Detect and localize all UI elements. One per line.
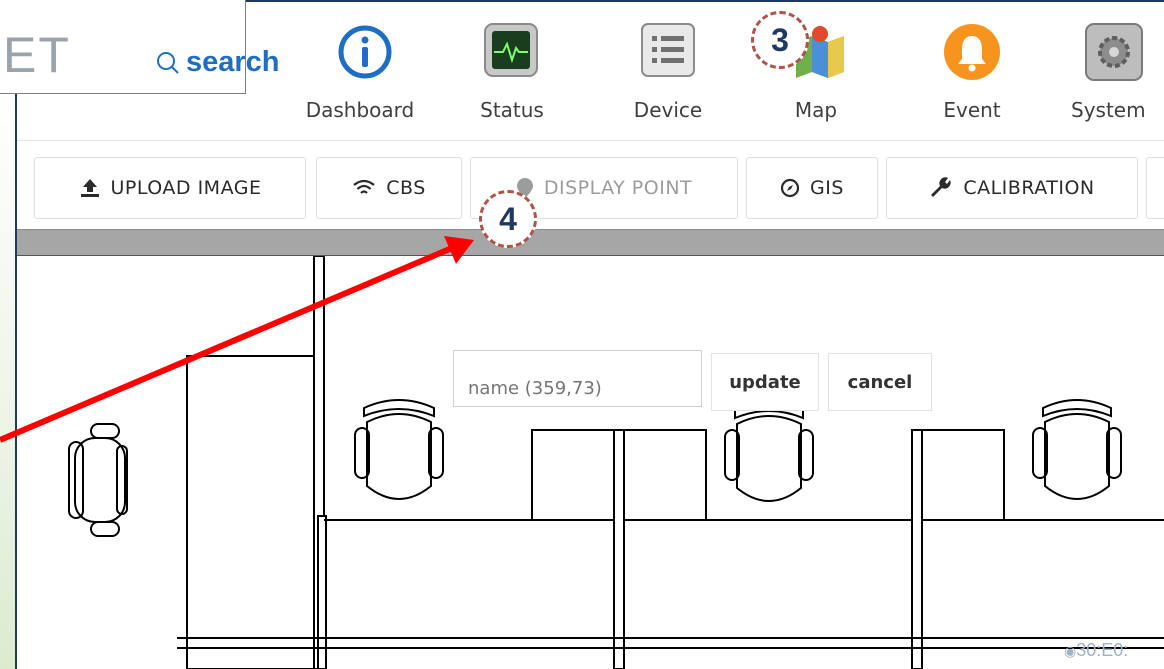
upload-image-label: UPLOAD IMAGE: [110, 177, 262, 199]
nav-dashboard-label: Dashboard: [305, 98, 415, 122]
cbs-label: CBS: [386, 177, 426, 199]
floor-plan[interactable]: [17, 256, 1164, 669]
info-icon: [338, 25, 392, 79]
search-icon: [157, 51, 179, 74]
upload-image-button[interactable]: UPLOAD IMAGE: [34, 157, 306, 219]
nav-event-label: Event: [943, 98, 1001, 122]
toolbar-next-button[interactable]: [1146, 157, 1164, 219]
update-button[interactable]: update: [711, 353, 819, 411]
nav-map-label: Map: [794, 98, 838, 122]
compass-icon: [780, 178, 800, 198]
device-mac-label: ◉30:E0:: [1064, 640, 1128, 661]
nav-system-label: System: [1071, 98, 1146, 122]
wrench-icon: [931, 177, 951, 197]
wifi-small-icon: ◉: [1064, 643, 1077, 659]
screenshot-stage: ET search Dashboard Status Device Map Ev…: [0, 0, 1164, 669]
point-name-input[interactable]: [453, 350, 702, 407]
nav-device-label: Device: [633, 98, 703, 122]
gis-label: GIS: [810, 177, 844, 199]
chair-3: [724, 401, 814, 502]
search-label: search: [186, 46, 280, 78]
map-header-bar: [17, 229, 1164, 256]
nav-divider: [17, 140, 1164, 141]
logo-text: ET: [3, 27, 71, 83]
floor-plan-drawing: [68, 256, 1164, 669]
calibration-label: CALIBRATION: [963, 177, 1095, 199]
display-point-label: DISPLAY POINT: [543, 177, 693, 199]
chair-4: [1032, 399, 1122, 500]
nav-status-label: Status: [480, 98, 544, 122]
mac-text: 30:E0:: [1076, 640, 1129, 660]
list-icon: [641, 23, 695, 77]
cancel-button[interactable]: cancel: [828, 353, 932, 411]
callout-step-3: 3: [751, 11, 809, 69]
monitor-pulse-icon: [484, 23, 538, 77]
bell-icon: [944, 24, 1000, 80]
chair-2: [354, 399, 444, 500]
cbs-button[interactable]: CBS: [316, 157, 462, 219]
wifi-icon: [353, 179, 375, 194]
chair-left: [68, 423, 128, 537]
system-gear-icon: [1085, 23, 1143, 81]
calibration-button[interactable]: CALIBRATION: [886, 157, 1138, 219]
upload-icon: [80, 179, 99, 197]
callout-step-4: 4: [479, 190, 537, 248]
gis-button[interactable]: GIS: [746, 157, 878, 219]
search-link[interactable]: search: [156, 46, 280, 79]
